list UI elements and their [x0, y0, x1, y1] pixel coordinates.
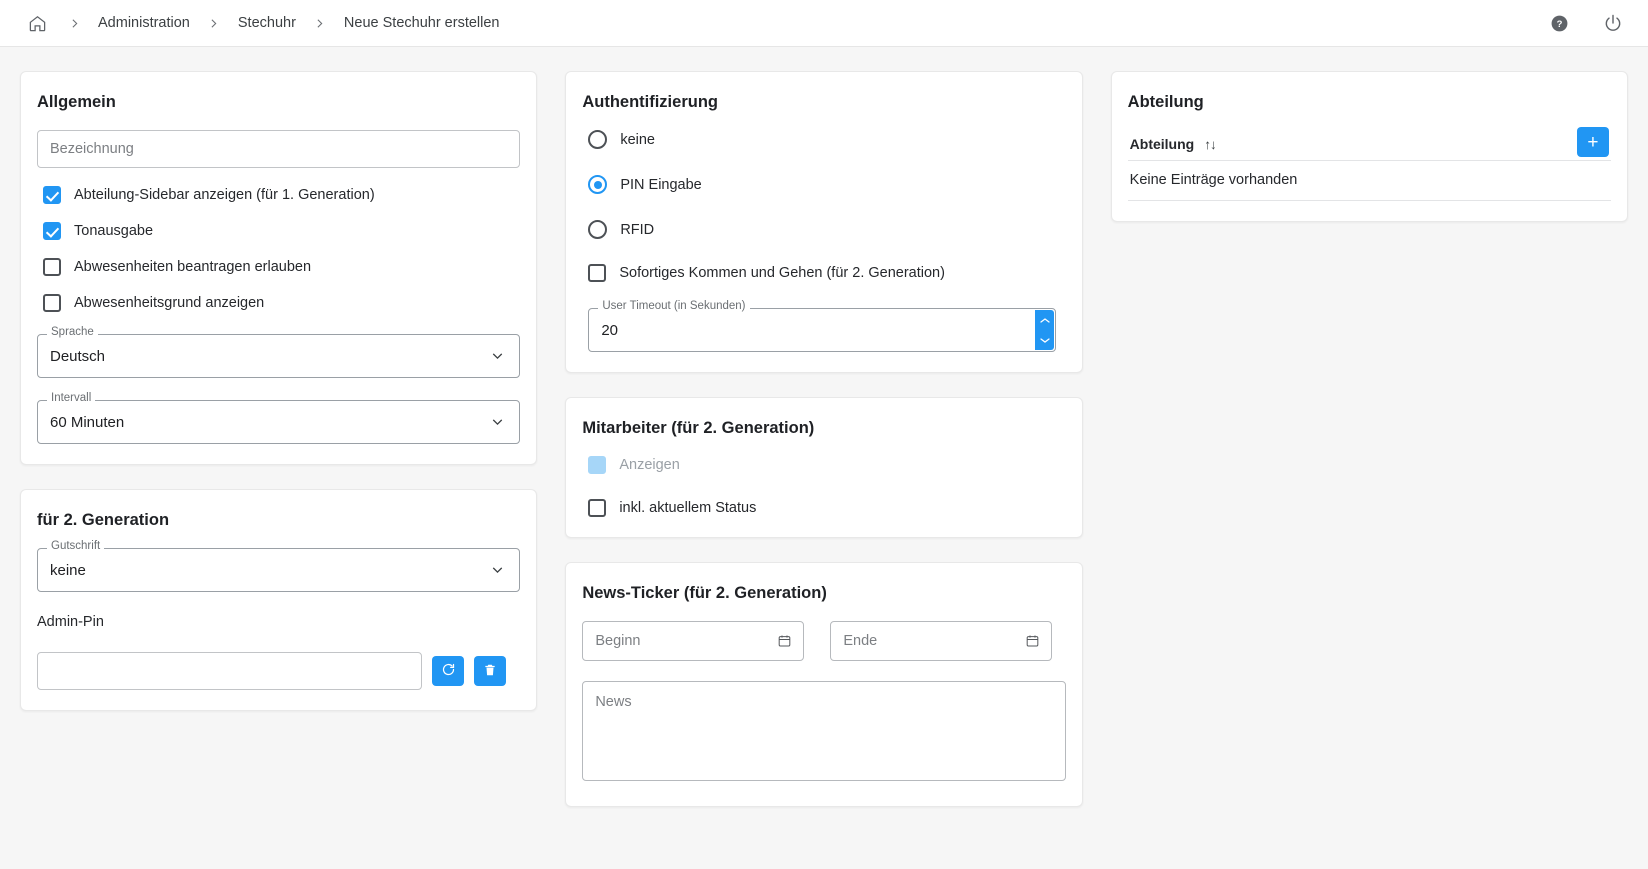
- card-fuer-2-generation: für 2. Generation Gutschrift keine Admin…: [20, 489, 537, 711]
- select-value-gutschrift: keine: [50, 562, 86, 579]
- refresh-icon: [441, 662, 456, 680]
- select-gutschrift[interactable]: Gutschrift keine: [37, 548, 520, 592]
- beginn-date-field[interactable]: Beginn: [582, 621, 804, 661]
- news-textarea[interactable]: [582, 681, 1065, 781]
- checkbox-tonausgabe[interactable]: [43, 222, 61, 240]
- chevron-down-icon[interactable]: [489, 414, 506, 431]
- power-icon[interactable]: [1600, 10, 1626, 36]
- card-title-authentifizierung: Authentifizierung: [582, 93, 1065, 112]
- beginn-placeholder: Beginn: [595, 633, 640, 649]
- topbar-actions: ?: [1546, 10, 1626, 36]
- chevron-right-icon: [52, 8, 96, 38]
- select-label-intervall: Intervall: [47, 393, 95, 405]
- radio-label-rfid: RFID: [620, 222, 654, 238]
- bezeichnung-input[interactable]: [37, 130, 520, 168]
- abteilung-empty-row: Keine Einträge vorhanden: [1128, 161, 1611, 201]
- radio-row-rfid[interactable]: RFID: [588, 220, 1065, 239]
- checkbox-abwesenheitsgrund[interactable]: [43, 294, 61, 312]
- abteilung-column-header[interactable]: Abteilung: [1130, 136, 1195, 152]
- plus-icon: +: [1587, 133, 1598, 152]
- radio-row-keine[interactable]: keine: [588, 130, 1065, 149]
- admin-pin-delete-button[interactable]: [474, 656, 506, 686]
- chevron-down-icon[interactable]: [489, 348, 506, 365]
- chevron-down-icon: [1039, 336, 1051, 345]
- chevron-right-icon: [192, 8, 236, 38]
- card-allgemein: Allgemein Abteilung-Sidebar anzeigen (fü…: [20, 71, 537, 465]
- news-ticker-date-row: Beginn Ende: [582, 621, 1065, 661]
- radio-pin-eingabe[interactable]: [588, 175, 607, 194]
- ende-placeholder: Ende: [843, 633, 877, 649]
- chevron-down-icon[interactable]: [489, 562, 506, 579]
- checkbox-label-tonausgabe: Tonausgabe: [74, 223, 153, 239]
- chevron-up-icon: [1039, 316, 1051, 325]
- chevron-right-icon: [298, 8, 342, 38]
- breadcrumb-item-stechuhr[interactable]: Stechuhr: [236, 15, 298, 31]
- checkbox-abteilung-sidebar[interactable]: [43, 186, 61, 204]
- radio-row-pin-eingabe[interactable]: PIN Eingabe: [588, 175, 1065, 194]
- svg-text:?: ?: [1556, 19, 1562, 30]
- select-value-sprache: Deutsch: [50, 348, 105, 365]
- admin-pin-row: [37, 652, 520, 690]
- add-abteilung-button[interactable]: +: [1577, 127, 1609, 157]
- checkbox-row-tonausgabe[interactable]: Tonausgabe: [43, 222, 520, 240]
- column-left: Allgemein Abteilung-Sidebar anzeigen (fü…: [20, 71, 537, 869]
- select-intervall[interactable]: Intervall 60 Minuten: [37, 400, 520, 444]
- user-timeout-label: User Timeout (in Sekunden): [598, 301, 749, 313]
- checkbox-abwesenheiten-beantragen[interactable]: [43, 258, 61, 276]
- calendar-icon[interactable]: [1025, 634, 1040, 649]
- checkbox-row-abteilung-sidebar[interactable]: Abteilung-Sidebar anzeigen (für 1. Gener…: [43, 186, 520, 204]
- content-columns: Allgemein Abteilung-Sidebar anzeigen (fü…: [0, 47, 1648, 869]
- checkbox-row-sofortiges-kommen-gehen[interactable]: Sofortiges Kommen und Gehen (für 2. Gene…: [588, 264, 1065, 282]
- checkbox-label-inkl-aktuellem-status: inkl. aktuellem Status: [619, 500, 756, 516]
- select-label-sprache: Sprache: [47, 327, 98, 339]
- radio-label-keine: keine: [620, 132, 655, 148]
- card-news-ticker: News-Ticker (für 2. Generation) Beginn E…: [565, 562, 1082, 807]
- card-title-fuer-2-generation: für 2. Generation: [37, 511, 520, 530]
- select-value-intervall: 60 Minuten: [50, 414, 124, 431]
- ende-date-field[interactable]: Ende: [830, 621, 1052, 661]
- admin-pin-refresh-button[interactable]: [432, 656, 464, 686]
- card-title-abteilung: Abteilung: [1128, 93, 1611, 112]
- checkbox-label-abwesenheitsgrund: Abwesenheitsgrund anzeigen: [74, 295, 264, 311]
- user-timeout-field[interactable]: User Timeout (in Sekunden) 20: [588, 308, 1056, 352]
- radio-keine[interactable]: [588, 130, 607, 149]
- checkbox-row-anzeigen: Anzeigen: [588, 456, 1065, 474]
- sort-arrows-icon[interactable]: ↑↓: [1204, 137, 1216, 152]
- checkbox-row-abwesenheiten-beantragen[interactable]: Abwesenheiten beantragen erlauben: [43, 258, 520, 276]
- card-title-news-ticker: News-Ticker (für 2. Generation): [582, 584, 1065, 603]
- checkbox-label-sofortiges-kommen-gehen: Sofortiges Kommen und Gehen (für 2. Gene…: [619, 265, 945, 281]
- checkbox-label-abwesenheiten-beantragen: Abwesenheiten beantragen erlauben: [74, 259, 311, 275]
- radio-label-pin-eingabe: PIN Eingabe: [620, 177, 701, 193]
- checkbox-sofortiges-kommen-gehen[interactable]: [588, 264, 606, 282]
- admin-pin-input[interactable]: [37, 652, 422, 690]
- checkbox-row-inkl-aktuellem-status[interactable]: inkl. aktuellem Status: [588, 499, 1065, 517]
- breadcrumb: Administration Stechuhr Neue Stechuhr er…: [22, 8, 1546, 38]
- breadcrumb-item-administration[interactable]: Administration: [96, 15, 192, 31]
- breadcrumb-item-neue-stechuhr-erstellen[interactable]: Neue Stechuhr erstellen: [342, 15, 502, 31]
- column-middle: Authentifizierung keine PIN Eingabe RFID…: [565, 71, 1082, 869]
- top-bar: Administration Stechuhr Neue Stechuhr er…: [0, 0, 1648, 47]
- checkbox-label-anzeigen: Anzeigen: [619, 457, 679, 473]
- card-title-allgemein: Allgemein: [37, 93, 520, 112]
- checkbox-inkl-aktuellem-status[interactable]: [588, 499, 606, 517]
- card-authentifizierung: Authentifizierung keine PIN Eingabe RFID…: [565, 71, 1082, 373]
- trash-icon: [483, 663, 497, 680]
- checkbox-anzeigen: [588, 456, 606, 474]
- radio-rfid[interactable]: [588, 220, 607, 239]
- card-title-mitarbeiter: Mitarbeiter (für 2. Generation): [582, 419, 1065, 438]
- checkbox-row-abwesenheitsgrund[interactable]: Abwesenheitsgrund anzeigen: [43, 294, 520, 312]
- select-sprache[interactable]: Sprache Deutsch: [37, 334, 520, 378]
- card-abteilung: Abteilung Abteilung ↑↓ + Keine Einträge …: [1111, 71, 1628, 222]
- column-right: Abteilung Abteilung ↑↓ + Keine Einträge …: [1111, 71, 1628, 869]
- help-circle-icon[interactable]: ?: [1546, 10, 1572, 36]
- checkbox-label-abteilung-sidebar: Abteilung-Sidebar anzeigen (für 1. Gener…: [74, 187, 375, 203]
- calendar-icon[interactable]: [777, 634, 792, 649]
- select-label-gutschrift: Gutschrift: [47, 541, 104, 553]
- abteilung-table-header: Abteilung ↑↓ +: [1128, 130, 1611, 161]
- admin-pin-label: Admin-Pin: [37, 614, 520, 630]
- card-mitarbeiter: Mitarbeiter (für 2. Generation) Anzeigen…: [565, 397, 1082, 538]
- home-icon[interactable]: [22, 8, 52, 38]
- user-timeout-value: 20: [601, 322, 618, 339]
- user-timeout-stepper[interactable]: [1035, 310, 1054, 350]
